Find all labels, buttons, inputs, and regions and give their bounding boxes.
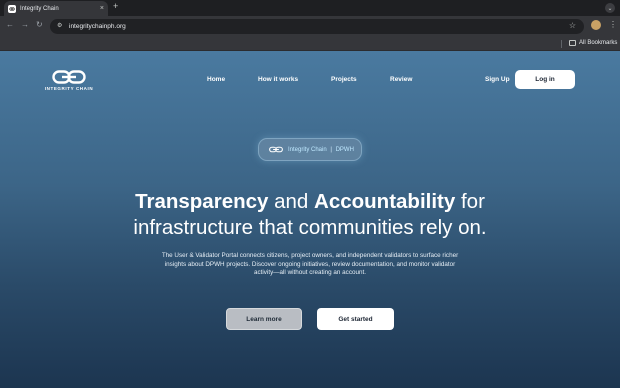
bookmarks-divider: [561, 40, 562, 48]
headline-accountability: Accountability: [314, 190, 456, 213]
badge-separator: |: [330, 146, 332, 153]
profile-avatar[interactable]: [591, 20, 601, 30]
logo-text: INTEGRITY CHAIN: [44, 86, 94, 91]
badge-tag: DPWH: [335, 146, 354, 153]
forward-icon[interactable]: →: [21, 21, 29, 29]
page: INTEGRITY CHAIN Home How it works Projec…: [0, 51, 620, 388]
nav-how-it-works[interactable]: How it works: [258, 76, 298, 83]
site-info-icon[interactable]: ⚙: [57, 23, 64, 30]
url-text[interactable]: integritychainph.org: [69, 23, 126, 30]
hero-headline: Transparency and Accountability for infr…: [0, 189, 620, 241]
hero-badge: Integrity Chain | DPWH: [258, 138, 362, 161]
headline-transparency: Transparency: [135, 190, 269, 213]
hero-description: The User & Validator Portal connects cit…: [161, 252, 459, 277]
headline-line2: infrastructure that communities rely on.: [133, 216, 487, 239]
address-bar[interactable]: ⚙ integritychainph.org ☆: [50, 19, 584, 34]
headline-for: for: [455, 190, 485, 213]
login-button[interactable]: Log in: [515, 70, 575, 89]
browser-tab[interactable]: Integrity Chain ×: [4, 1, 108, 16]
badge-text: Integrity Chain | DPWH: [288, 147, 354, 153]
badge-name: Integrity Chain: [288, 146, 327, 153]
all-bookmarks-link[interactable]: All Bookmarks: [579, 40, 617, 46]
back-icon[interactable]: ←: [6, 21, 14, 29]
tab-search-icon[interactable]: ⌄: [605, 3, 615, 13]
nav-review[interactable]: Review: [390, 76, 412, 83]
tab-title: Integrity Chain: [20, 5, 59, 12]
reload-icon[interactable]: ↻: [36, 21, 43, 29]
tab-strip: Integrity Chain × + ⌄: [0, 0, 620, 16]
logo-chain-icon: [52, 70, 86, 84]
headline-and: and: [268, 190, 315, 213]
star-icon[interactable]: ☆: [569, 21, 576, 30]
kebab-menu-icon[interactable]: ⋮: [609, 20, 617, 30]
site-favicon-icon: [8, 4, 16, 13]
signup-link[interactable]: Sign Up: [485, 76, 510, 83]
chain-link-icon: [269, 146, 283, 153]
bookmarks-bar: All Bookmarks: [0, 37, 620, 51]
tab-close-icon[interactable]: ×: [100, 5, 104, 12]
new-tab-icon[interactable]: +: [113, 2, 118, 11]
site-logo[interactable]: INTEGRITY CHAIN: [44, 70, 94, 94]
learn-more-button[interactable]: Learn more: [226, 308, 302, 330]
nav-projects[interactable]: Projects: [331, 76, 357, 83]
get-started-button[interactable]: Get started: [317, 308, 394, 330]
browser-toolbar: ← → ↻ ⚙ integritychainph.org ☆: [0, 16, 620, 37]
nav-home[interactable]: Home: [207, 76, 225, 83]
folder-icon[interactable]: [569, 40, 576, 46]
